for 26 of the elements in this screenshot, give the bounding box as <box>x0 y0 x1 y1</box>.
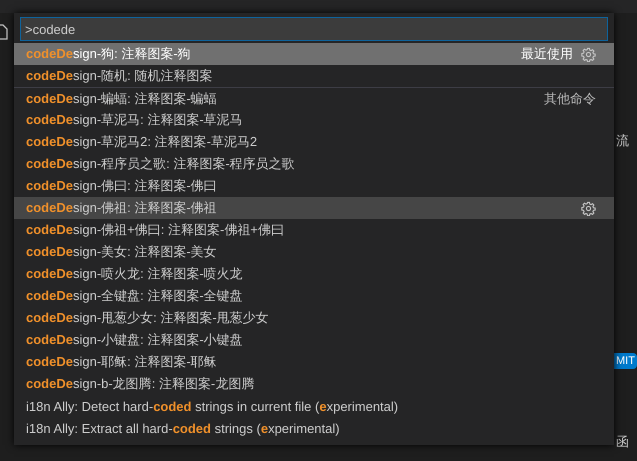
command-item[interactable]: i18n Ally: Detect hard-coded strings in current file (experimental) <box>14 395 614 417</box>
command-item[interactable]: codeDesign-耶稣: 注释图案-耶稣 <box>14 351 614 373</box>
command-item[interactable]: codeDesign-狗: 注释图案-狗 最近使用 <box>14 43 614 65</box>
command-item[interactable]: codeDesign-全键盘: 注释图案-全键盘 <box>14 285 614 307</box>
command-item[interactable]: codeDesign-b-龙图腾: 注释图案-龙图腾 <box>14 373 614 395</box>
command-item[interactable]: codeDesign-草泥马2: 注释图案-草泥马2 <box>14 131 614 153</box>
command-item[interactable]: codeDesign-佛祖: 注释图案-佛祖 <box>14 197 614 219</box>
command-item[interactable]: codeDesign-喷火龙: 注释图案-喷火龙 <box>14 263 614 285</box>
editor-text: 流 <box>616 132 629 150</box>
command-input[interactable]: >codede <box>20 17 608 41</box>
command-item[interactable]: codeDesign-随机: 随机注释图案 <box>14 65 614 87</box>
command-item[interactable]: codeDesign-佛曰: 注释图案-佛曰 <box>14 175 614 197</box>
command-item[interactable]: codeDesign-小键盘: 注释图案-小键盘 <box>14 329 614 351</box>
group-label: 最近使用 <box>521 45 573 63</box>
command-item[interactable]: codeDesign-美女: 注释图案-美女 <box>14 241 614 263</box>
settings-icon[interactable] <box>581 46 596 62</box>
editor-text: 函 <box>616 433 629 451</box>
group-label: 其他命令 <box>544 90 596 108</box>
command-item[interactable]: codeDesign-甩葱少女: 注释图案-甩葱少女 <box>14 307 614 329</box>
command-item[interactable]: codeDesign-程序员之歌: 注释图案-程序员之歌 <box>14 153 614 175</box>
command-item[interactable]: codeDesign-佛祖+佛曰: 注释图案-佛祖+佛曰 <box>14 219 614 241</box>
command-item[interactable]: i18n Ally: Extract all hard-coded strings (experimental) <box>14 417 614 439</box>
settings-icon[interactable] <box>581 200 596 216</box>
command-item[interactable]: codeDesign-草泥马: 注释图案-草泥马 <box>14 109 614 131</box>
license-badge: MIT <box>614 353 637 369</box>
command-item[interactable]: codeDesign-蝙蝠: 注释图案-蝙蝠 其他命令 <box>14 87 614 109</box>
